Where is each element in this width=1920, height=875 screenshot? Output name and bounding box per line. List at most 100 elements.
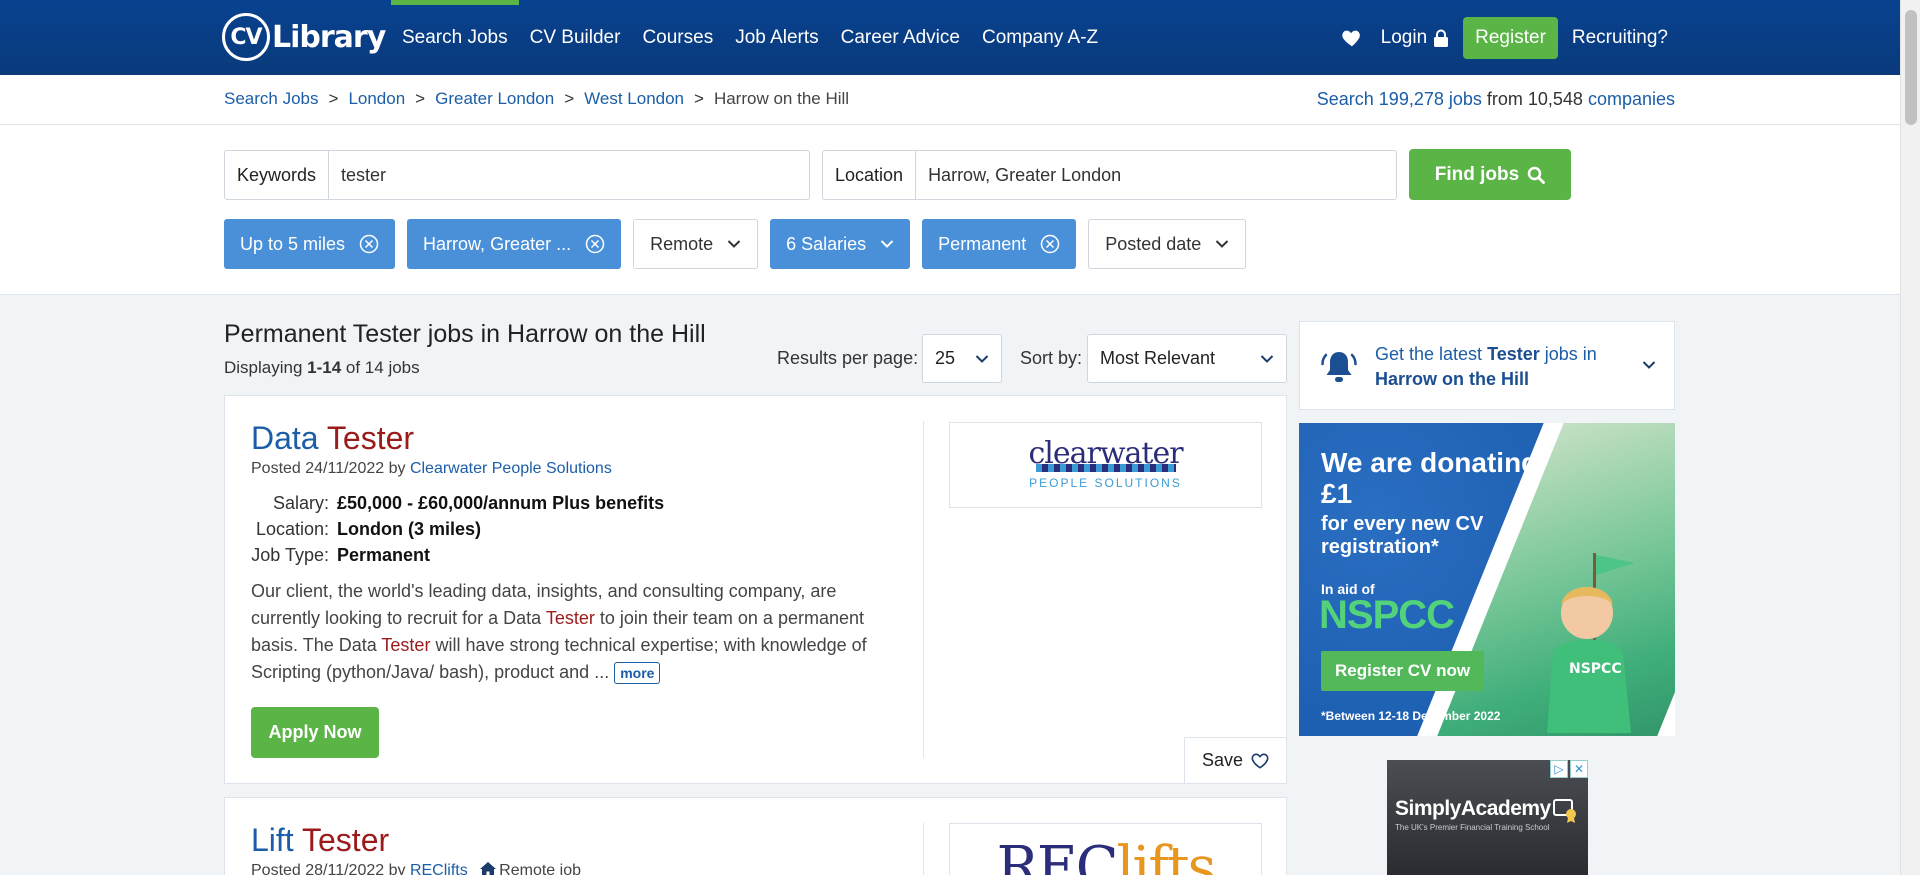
job-location: London (3 miles) [337,519,481,539]
filter-posted-date[interactable]: Posted date [1088,219,1247,269]
chevron-down-icon [1260,354,1274,363]
site-stats: Search 199,278 jobs from 10,548 companie… [1317,89,1675,110]
page-scrollbar[interactable] [1900,0,1920,875]
chevron-down-icon[interactable] [1642,360,1656,370]
chevron-down-icon [727,240,741,248]
job-card: Data Tester Posted 24/11/2022 by Clearwa… [224,395,1287,784]
recruiting-link[interactable]: Recruiting? [1572,27,1668,49]
account-nav: Login Register Recruiting? [1341,0,1668,75]
sort-by-label: Sort by: [1020,348,1083,368]
filter-remote[interactable]: Remote [633,219,759,269]
find-jobs-button[interactable]: Find jobs [1409,149,1571,200]
register-button[interactable]: Register [1463,16,1558,59]
heart-outline-icon [1251,753,1269,769]
nav-job-alerts[interactable]: Job Alerts [724,0,829,75]
register-cv-button[interactable]: Register CV now [1321,651,1485,691]
stats-search-prefix[interactable]: Search [1317,89,1379,109]
job-card: Lift Tester Posted 28/11/2022 by REClift… [224,797,1287,875]
remote-badge: Remote job [480,862,581,875]
results-title: Permanent Tester jobs in Harrow on the H… [224,320,706,348]
svg-text:NSPCC: NSPCC [1569,661,1622,677]
stats-companies-link[interactable]: companies [1588,89,1675,109]
close-icon[interactable]: ✕ [1570,760,1588,778]
clear-filter-icon[interactable] [359,234,379,254]
ad-headline: We are donating £1 [1321,447,1539,509]
keywords-label: Keywords [225,151,330,199]
nspcc-advert[interactable]: NSPCC We are donating £1 for every new C… [1299,423,1675,736]
breadcrumb-west-london[interactable]: West London [584,89,684,109]
more-button[interactable]: more [614,662,661,684]
results-count: Displaying 1-14 of 14 jobs [224,358,420,377]
clear-filter-icon[interactable] [1040,234,1060,254]
breadcrumb-greater-london[interactable]: Greater London [435,89,554,109]
job-title-link[interactable]: Lift Tester [251,822,389,859]
nav-search-jobs[interactable]: Search Jobs [391,0,519,75]
find-jobs-label: Find jobs [1434,163,1520,185]
home-icon [480,862,497,875]
job-posted-info: Posted 28/11/2022 by REClifts Remote job [251,862,581,875]
filter-salary-label: 6 Salaries [786,233,867,254]
main-nav: Search Jobs CV Builder Courses Job Alert… [391,0,1109,75]
bell-icon [1321,352,1357,382]
lock-icon [1434,29,1449,47]
job-posted-info: Posted 24/11/2022 by Clearwater People S… [251,460,612,477]
filter-posted-date-label: Posted date [1105,233,1202,254]
ad-subheadline: for every new CV registration* [1321,513,1484,558]
nav-company-a-z[interactable]: Company A-Z [971,0,1109,75]
sort-by-value: Most Relevant [1100,348,1216,368]
ad2-title: SimplyAcademy [1395,797,1551,820]
stats-jobs-link[interactable]: 199,278 jobs [1379,89,1482,109]
company-logo[interactable]: clearwater PEOPLE SOLUTIONS [949,422,1262,508]
keywords-input[interactable] [329,151,809,199]
breadcrumb-current: Harrow on the Hill [713,89,850,108]
stats-mid: from 10,548 [1481,89,1588,109]
breadcrumb-london[interactable]: London [348,89,405,109]
results-per-page-select[interactable]: 25 [922,334,1002,383]
login-link[interactable]: Login [1381,27,1450,49]
location-label: Location [823,151,917,199]
ad2-subtitle: The UK's Premier Financial Training Scho… [1395,823,1550,832]
ad-footnote: *Between 12-18 December 2022 [1321,709,1501,723]
scrollbar-thumb[interactable] [1905,10,1917,125]
certificate-icon [1553,799,1576,823]
filter-remote-label: Remote [650,233,714,254]
company-logo[interactable]: REClifts [949,823,1262,875]
job-salary: £50,000 - £60,000/annum Plus benefits [337,493,665,513]
top-navigation-bar: CV Library Search Jobs CV Builder Course… [0,0,1900,75]
job-description: Our client, the world's leading data, in… [251,581,867,684]
filter-job-type[interactable]: Permanent [922,219,1077,269]
sort-by-select[interactable]: Most Relevant [1087,334,1287,383]
chevron-down-icon [975,354,989,363]
ad-choices-icon[interactable]: ▷ [1550,760,1568,778]
ad-nspcc-text: NSPCC [1319,593,1455,637]
child-with-flag-illustration: NSPCC [1547,553,1635,733]
filter-distance[interactable]: Up to 5 miles [224,219,396,269]
job-type: Permanent [337,545,431,565]
filter-salary[interactable]: 6 Salaries [770,219,911,269]
filter-location[interactable]: Harrow, Greater ... [407,219,622,269]
nav-cv-builder[interactable]: CV Builder [519,0,632,75]
keywords-field: Keywords [224,150,810,200]
company-link[interactable]: REClifts [410,862,468,875]
filter-chips: Up to 5 miles Harrow, Greater ... Remote… [224,219,1247,269]
cv-library-logo[interactable]: CV Library [222,12,386,62]
location-input[interactable] [916,151,1396,199]
company-link[interactable]: Clearwater People Solutions [410,460,612,477]
results-per-page-value: 25 [935,348,956,368]
save-job-button[interactable]: Save [1184,737,1287,784]
search-panel: Keywords Location Find jobs Up to 5 mile… [0,125,1900,295]
nav-courses[interactable]: Courses [631,0,724,75]
apply-now-button[interactable]: Apply Now [251,707,379,758]
login-label: Login [1380,26,1428,48]
job-meta: Salary: £50,000 - £60,000/annum Plus bene… [251,490,664,568]
job-title-link[interactable]: Data Tester [251,420,414,457]
heart-icon[interactable] [1341,27,1363,49]
chevron-down-icon [880,240,894,248]
breadcrumb-bar: Search Jobs > London > Greater London > Wes… [0,75,1900,125]
nav-career-advice[interactable]: Career Advice [830,0,971,75]
breadcrumb-search-jobs[interactable]: Search Jobs [224,89,319,109]
breadcrumb: Search Jobs > London > Greater London > Wes… [224,89,850,109]
job-alert-box[interactable]: Get the latest Tester jobs in Harrow on … [1299,321,1675,410]
simply-academy-advert[interactable]: ▷ ✕ SimplyAcademy The UK's Premier Finan… [1387,760,1588,875]
clear-filter-icon[interactable] [585,234,605,254]
